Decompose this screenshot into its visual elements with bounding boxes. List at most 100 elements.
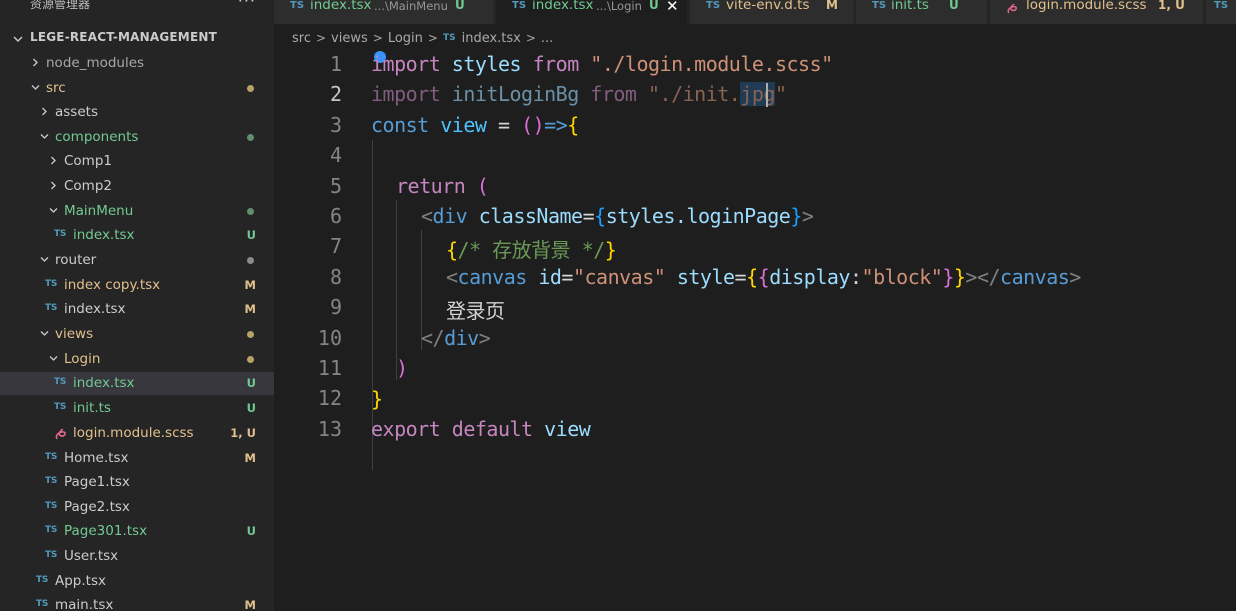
git-status-badge: M — [244, 302, 256, 316]
tree-item-label: index.tsx — [73, 375, 135, 391]
token: const — [371, 113, 429, 137]
explorer-title: 资源管理器 — [30, 0, 91, 11]
tree-item-user-tsx[interactable]: TS User.tsx — [0, 545, 274, 568]
tree-item-login-module-scss[interactable]: login.module.scss 1, U — [0, 422, 274, 445]
tab-label: index.tsx — [310, 0, 372, 13]
tree-item-page301-tsx[interactable]: TS Page301.tsx U — [0, 520, 274, 543]
more-actions-icon[interactable]: ··· — [238, 0, 256, 10]
chevron-down-icon — [39, 328, 49, 338]
tree-item-index-copy-tsx[interactable]: TS index copy.tsx M — [0, 274, 274, 297]
line-number: 10 — [317, 325, 342, 350]
line-number: 11 — [317, 356, 342, 380]
tree-item-index-tsx[interactable]: TS index.tsx M — [0, 298, 274, 321]
project-folder-row[interactable]: LEGE-REACT-MANAGEMENT — [0, 28, 274, 48]
token: style — [665, 265, 735, 289]
project-name: LEGE-REACT-MANAGEMENT — [30, 30, 217, 44]
git-changes-dot — [247, 208, 254, 215]
token: < — [446, 265, 458, 289]
code-line-10: </div> — [421, 326, 491, 350]
tab-login-index[interactable]: TS index.tsx ...\Login U ✕ — [496, 0, 688, 24]
typescript-file-icon: TS — [45, 452, 58, 462]
code-line-2: import initLoginBg from "./init.jpg" — [371, 82, 787, 106]
tab-label: index.tsx — [532, 0, 594, 13]
breadcrumb-item[interactable]: src — [292, 31, 311, 46]
line-number: 2 — [329, 82, 342, 107]
tree-item-index-tsx[interactable]: TS index.tsx U — [0, 224, 274, 247]
token: div — [432, 204, 468, 228]
code-line-11: ) — [396, 356, 408, 380]
breadcrumb-item[interactable]: views — [331, 31, 368, 46]
tab-label: login.module.scss — [1026, 0, 1147, 13]
tree-item-app-tsx[interactable]: TS App.tsx — [0, 570, 274, 593]
tab-init[interactable]: TS init.ts U — [856, 0, 988, 24]
tab-description: ...\Login — [596, 0, 642, 13]
token: canvas — [457, 265, 528, 289]
line-number: 4 — [329, 143, 342, 168]
typescript-file-icon: TS — [45, 550, 58, 560]
tree-item-label: Page1.tsx — [64, 474, 130, 490]
breadcrumb-file[interactable]: index.tsx — [462, 31, 521, 46]
token: = — [582, 204, 595, 228]
tree-item-label: main.tsx — [55, 597, 114, 611]
tree-item-label: index copy.tsx — [64, 277, 161, 293]
tree-item-index-tsx[interactable]: TS index.tsx U — [0, 372, 274, 395]
breadcrumb-tail[interactable]: ... — [541, 31, 553, 46]
explorer-header: 资源管理器 ··· — [0, 0, 274, 14]
tree-item-components[interactable]: components — [0, 126, 274, 149]
typescript-file-icon: TS — [36, 599, 49, 609]
tree-item-main-tsx[interactable]: TS main.tsx M — [0, 594, 274, 611]
tree-item-assets[interactable]: assets — [0, 101, 274, 124]
git-changes-dot — [247, 356, 254, 363]
tab-label: vite-env.d.ts — [726, 0, 810, 13]
token: /* 存放背景 */ — [457, 238, 606, 262]
token: () — [521, 113, 545, 137]
token: styles — [440, 52, 533, 76]
sass-file-icon — [1006, 0, 1018, 19]
tree-item-node-modules[interactable]: node_modules — [0, 52, 274, 75]
tree-item-label: login.module.scss — [73, 425, 194, 441]
tree-item-router[interactable]: router — [0, 249, 274, 272]
tree-item-mainmenu[interactable]: MainMenu — [0, 200, 274, 223]
git-status-badge: 1, U — [230, 426, 256, 440]
tree-item-views[interactable]: views — [0, 323, 274, 346]
tab-login-scss[interactable]: login.module.scss 1, U — [990, 0, 1204, 24]
chevron-right-icon: > — [427, 31, 438, 45]
chevron-down-icon — [30, 82, 40, 92]
chevron-right-icon — [48, 155, 58, 165]
tab-vite-env[interactable]: TS vite-env.d.ts M — [690, 0, 854, 24]
tab-overflow[interactable]: TS — [1206, 0, 1236, 24]
code-line-8: <canvas id="canvas" style={{display:"blo… — [446, 265, 1081, 289]
close-icon[interactable]: ✕ — [666, 0, 679, 15]
tree-item-page2-tsx[interactable]: TS Page2.tsx — [0, 496, 274, 519]
chevron-right-icon — [30, 57, 40, 67]
chevron-right-icon: > — [372, 31, 383, 45]
tree-item-label: User.tsx — [64, 548, 119, 564]
tree-item-init-ts[interactable]: TS init.ts U — [0, 397, 274, 420]
tree-item-page1-tsx[interactable]: TS Page1.tsx — [0, 471, 274, 494]
tree-item-label: index.tsx — [73, 227, 135, 243]
typescript-file-icon: TS — [45, 279, 58, 289]
git-status-badge: M — [244, 598, 256, 611]
token: > — [478, 326, 491, 350]
tree-item-login[interactable]: Login — [0, 348, 274, 371]
tab-mainmenu-index[interactable]: TS index.tsx ...\MainMenu U — [274, 0, 494, 24]
token: ( — [465, 174, 489, 198]
tree-item-label: Home.tsx — [64, 450, 129, 466]
chevron-down-icon — [48, 353, 58, 363]
tree-item-comp2[interactable]: Comp2 — [0, 175, 274, 198]
token: 登录页 — [446, 299, 505, 323]
tree-item-src[interactable]: src — [0, 77, 274, 100]
tree-item-comp1[interactable]: Comp1 — [0, 150, 274, 173]
token: display — [769, 265, 850, 289]
code-editor[interactable]: 1 2 3 4 5 6 7 8 9 10 11 12 13 import styles from "./… — [274, 50, 1236, 611]
typescript-file-icon: TS — [45, 303, 58, 313]
sass-file-icon — [54, 426, 67, 445]
tree-item-home-tsx[interactable]: TS Home.tsx M — [0, 447, 274, 470]
typescript-file-icon: TS — [1214, 0, 1229, 11]
token: default — [440, 417, 533, 441]
git-status-badge: M — [244, 451, 256, 465]
breadcrumb-item[interactable]: Login — [388, 31, 423, 46]
line-number: 3 — [329, 112, 342, 137]
token: { — [757, 265, 770, 289]
token: initLoginBg — [440, 82, 591, 106]
